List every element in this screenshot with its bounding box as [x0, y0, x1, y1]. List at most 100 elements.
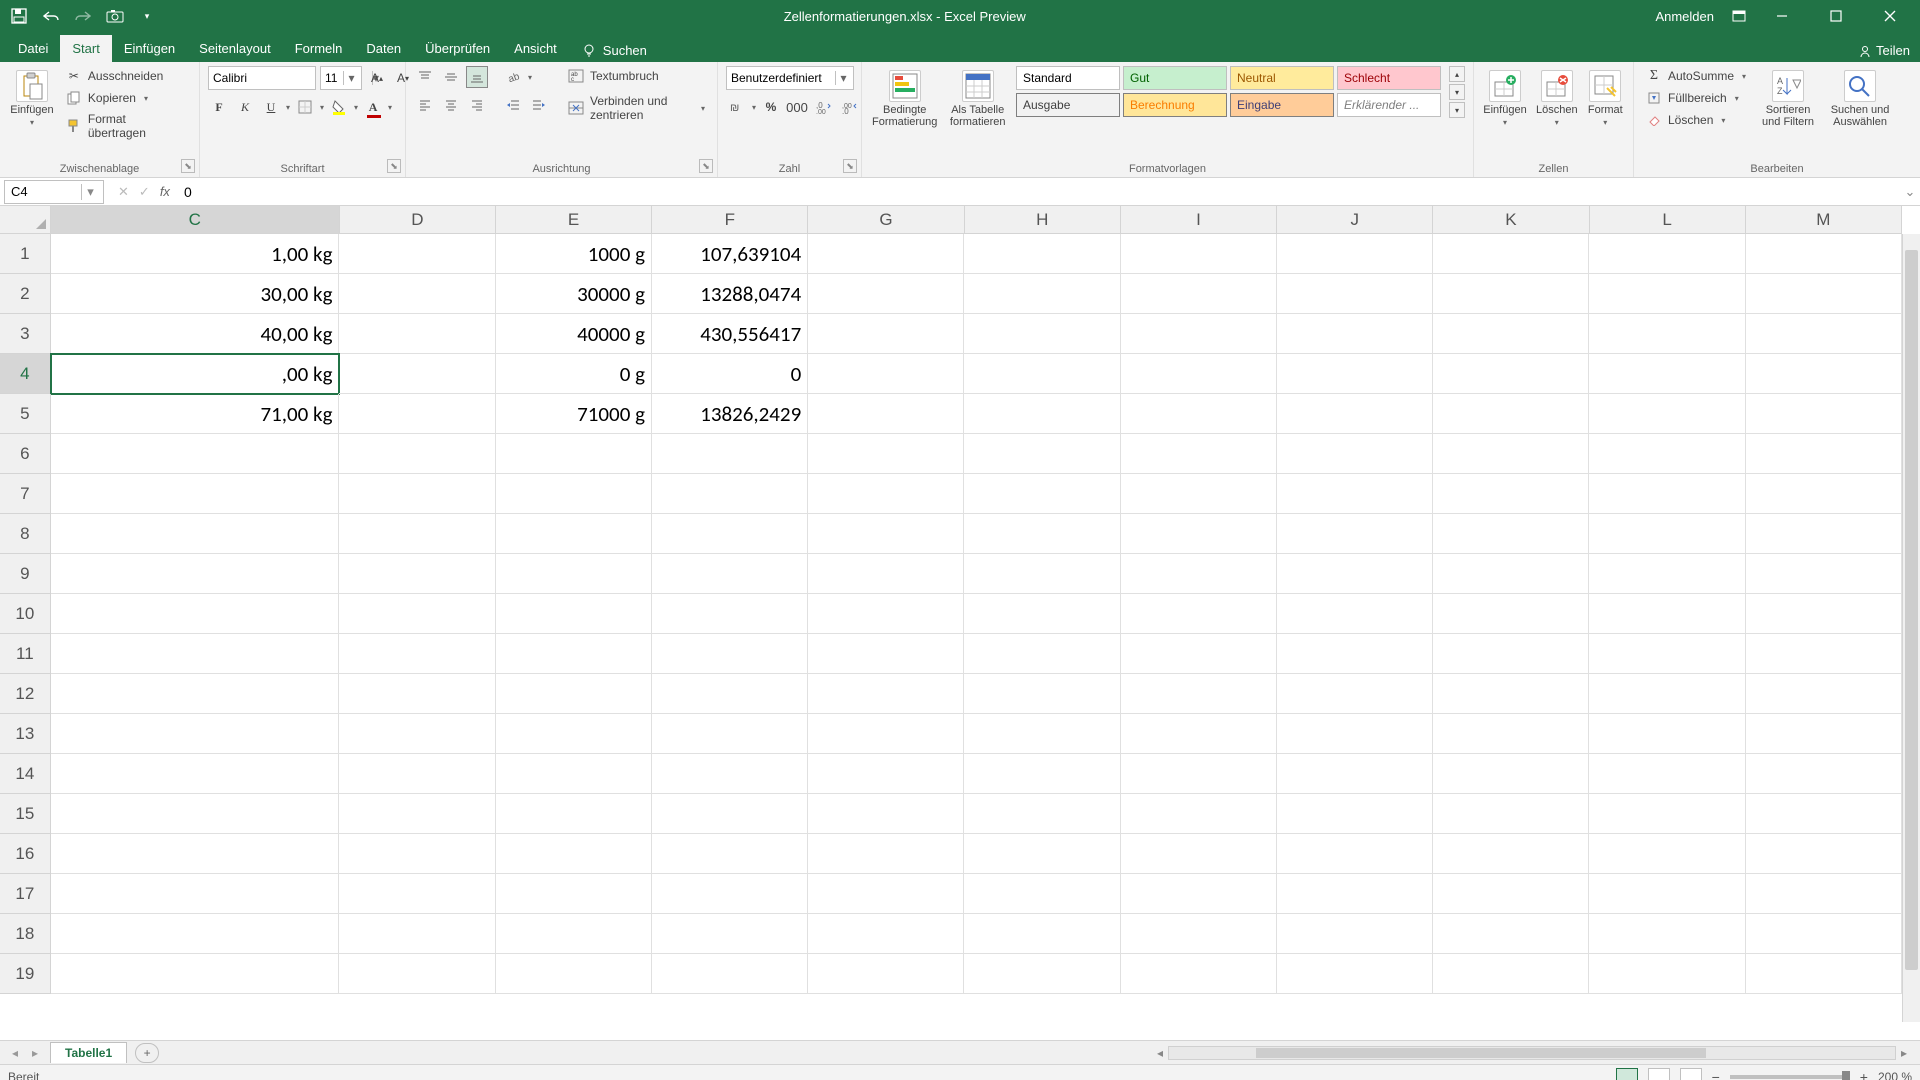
cell-H19[interactable]: [964, 954, 1120, 994]
cell-H9[interactable]: [964, 554, 1120, 594]
cell-G9[interactable]: [808, 554, 964, 594]
percent-button[interactable]: %: [760, 96, 782, 118]
sort-filter-button[interactable]: AZ Sortieren und Filtern: [1756, 66, 1820, 132]
cell-C1[interactable]: 1,00 kg: [51, 234, 340, 274]
cell-C3[interactable]: 40,00 kg: [51, 314, 340, 354]
format-painter-button[interactable]: Format übertragen: [62, 110, 191, 142]
cell-E2[interactable]: 30000 g: [496, 274, 652, 314]
cell-M16[interactable]: [1746, 834, 1902, 874]
row-header-10[interactable]: 10: [0, 594, 51, 634]
cell-J16[interactable]: [1277, 834, 1433, 874]
gallery-up-button[interactable]: ▴: [1449, 66, 1465, 82]
dialog-launcher[interactable]: ⬊: [181, 159, 195, 173]
cell-G8[interactable]: [808, 514, 964, 554]
cell-C4[interactable]: ,00 kg: [51, 354, 340, 394]
cell-F17[interactable]: [652, 874, 808, 914]
cell-D2[interactable]: [339, 274, 495, 314]
cell-H14[interactable]: [964, 754, 1120, 794]
tab-seitenlayout[interactable]: Seitenlayout: [187, 35, 283, 62]
cell-C8[interactable]: [51, 514, 340, 554]
decrease-decimal-button[interactable]: ,00,0: [838, 96, 860, 118]
row-header-8[interactable]: 8: [0, 514, 51, 554]
name-box[interactable]: ▾: [4, 180, 104, 204]
cell-F7[interactable]: [652, 474, 808, 514]
cell-C2[interactable]: 30,00 kg: [51, 274, 340, 314]
row-header-5[interactable]: 5: [0, 394, 51, 434]
column-header-L[interactable]: L: [1590, 206, 1746, 233]
cell-M6[interactable]: [1746, 434, 1902, 474]
align-middle-button[interactable]: [440, 66, 462, 88]
cell-J3[interactable]: [1277, 314, 1433, 354]
share-button[interactable]: Teilen: [1858, 43, 1910, 58]
cell-F8[interactable]: [652, 514, 808, 554]
cell-G12[interactable]: [808, 674, 964, 714]
cell-L10[interactable]: [1589, 594, 1745, 634]
cell-H10[interactable]: [964, 594, 1120, 634]
find-select-button[interactable]: Suchen und Auswählen: [1826, 66, 1894, 132]
cell-C17[interactable]: [51, 874, 340, 914]
column-header-K[interactable]: K: [1433, 206, 1589, 233]
cell-G5[interactable]: [808, 394, 964, 434]
row-header-7[interactable]: 7: [0, 474, 51, 514]
cell-M9[interactable]: [1746, 554, 1902, 594]
cell-H12[interactable]: [964, 674, 1120, 714]
horizontal-scrollbar[interactable]: ◂ ▸: [1152, 1046, 1912, 1060]
cell-D15[interactable]: [339, 794, 495, 834]
chevron-down-icon[interactable]: ▾: [81, 184, 99, 200]
cell-D14[interactable]: [339, 754, 495, 794]
expand-formula-bar-icon[interactable]: ⌄: [1900, 184, 1920, 200]
cell-D1[interactable]: [339, 234, 495, 274]
cell-E9[interactable]: [496, 554, 652, 594]
cell-F12[interactable]: [652, 674, 808, 714]
cell-L13[interactable]: [1589, 714, 1745, 754]
cell-K18[interactable]: [1433, 914, 1589, 954]
cell-D16[interactable]: [339, 834, 495, 874]
cell-I13[interactable]: [1121, 714, 1277, 754]
cell-E18[interactable]: [496, 914, 652, 954]
cell-G6[interactable]: [808, 434, 964, 474]
cell-K11[interactable]: [1433, 634, 1589, 674]
copy-button[interactable]: Kopieren▾: [62, 88, 191, 108]
cell-C6[interactable]: [51, 434, 340, 474]
cell-M7[interactable]: [1746, 474, 1902, 514]
tab-daten[interactable]: Daten: [354, 35, 413, 62]
cell-L6[interactable]: [1589, 434, 1745, 474]
cell-K12[interactable]: [1433, 674, 1589, 714]
cell-D3[interactable]: [339, 314, 495, 354]
select-all-corner[interactable]: [0, 206, 51, 233]
cell-K8[interactable]: [1433, 514, 1589, 554]
cell-L5[interactable]: [1589, 394, 1745, 434]
font-size-input[interactable]: [321, 71, 343, 85]
cut-button[interactable]: ✂Ausschneiden: [62, 66, 191, 86]
cell-I11[interactable]: [1121, 634, 1277, 674]
cell-H15[interactable]: [964, 794, 1120, 834]
row-header-14[interactable]: 14: [0, 754, 51, 794]
grow-font-button[interactable]: A▴: [366, 67, 388, 89]
cell-F3[interactable]: 430,556417: [652, 314, 808, 354]
merge-center-button[interactable]: Verbinden und zentrieren▾: [564, 92, 709, 124]
sheet-nav-prev[interactable]: ◂: [6, 1046, 24, 1060]
accounting-format-button[interactable]: ₪: [726, 96, 748, 118]
cell-G13[interactable]: [808, 714, 964, 754]
cell-E17[interactable]: [496, 874, 652, 914]
cell-H7[interactable]: [964, 474, 1120, 514]
tab-überprüfen[interactable]: Überprüfen: [413, 35, 502, 62]
cell-J8[interactable]: [1277, 514, 1433, 554]
normal-view-button[interactable]: [1616, 1068, 1638, 1080]
conditional-formatting-button[interactable]: Bedingte Formatierung: [870, 66, 939, 132]
cell-L12[interactable]: [1589, 674, 1745, 714]
cell-C7[interactable]: [51, 474, 340, 514]
zoom-out-button[interactable]: −: [1712, 1069, 1720, 1080]
cell-J5[interactable]: [1277, 394, 1433, 434]
cell-E11[interactable]: [496, 634, 652, 674]
row-header-2[interactable]: 2: [0, 274, 51, 314]
column-header-D[interactable]: D: [340, 206, 496, 233]
delete-cells-button[interactable]: Löschen▾: [1534, 66, 1580, 131]
cell-L18[interactable]: [1589, 914, 1745, 954]
cell-K9[interactable]: [1433, 554, 1589, 594]
cell-C16[interactable]: [51, 834, 340, 874]
cell-J11[interactable]: [1277, 634, 1433, 674]
cell-M11[interactable]: [1746, 634, 1902, 674]
number-format-input[interactable]: [727, 71, 835, 85]
cell-C10[interactable]: [51, 594, 340, 634]
